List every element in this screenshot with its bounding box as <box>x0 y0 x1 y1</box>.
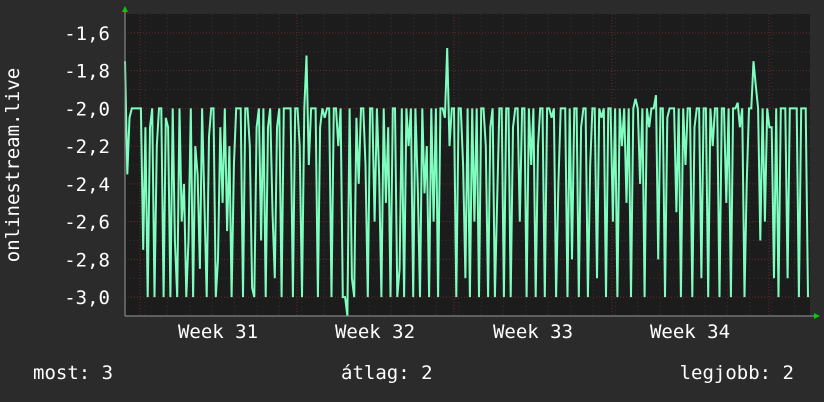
y-tick-label: -1,8 <box>64 61 110 83</box>
footer-average-value: átlag: 2 <box>341 362 433 384</box>
y-axis-arrow-icon <box>122 6 128 12</box>
y-tick-label: -2,8 <box>64 249 110 271</box>
x-tick-label: Week 33 <box>493 321 573 343</box>
x-tick-label: Week 32 <box>335 321 415 343</box>
y-tick-label: -1,6 <box>64 23 110 45</box>
y-tick-label: -2,6 <box>64 212 110 234</box>
y-axis-ticks: -1,6 -1,8 -2,0 -2,2 -2,4 -2,6 -2,8 -3,0 <box>64 23 110 309</box>
x-tick-label: Week 34 <box>650 321 730 343</box>
y-tick-label: -2,0 <box>64 98 110 120</box>
x-axis-arrow-icon <box>814 313 820 319</box>
x-axis-ticks: Week 31 Week 32 Week 33 Week 34 <box>178 321 730 343</box>
footer-best-value: legjobb: 2 <box>679 362 794 384</box>
y-tick-label: -2,2 <box>64 136 110 158</box>
footer-current-value: most: 3 <box>33 362 114 384</box>
y-tick-label: -2,4 <box>64 174 110 196</box>
chart: -1,6 -1,8 -2,0 -2,2 -2,4 -2,6 -2,8 -3,0 Week 31… <box>2 6 820 343</box>
y-axis-label: onlinestream.live <box>2 68 24 262</box>
x-tick-label: Week 31 <box>178 321 258 343</box>
y-tick-label: -3,0 <box>64 287 110 309</box>
